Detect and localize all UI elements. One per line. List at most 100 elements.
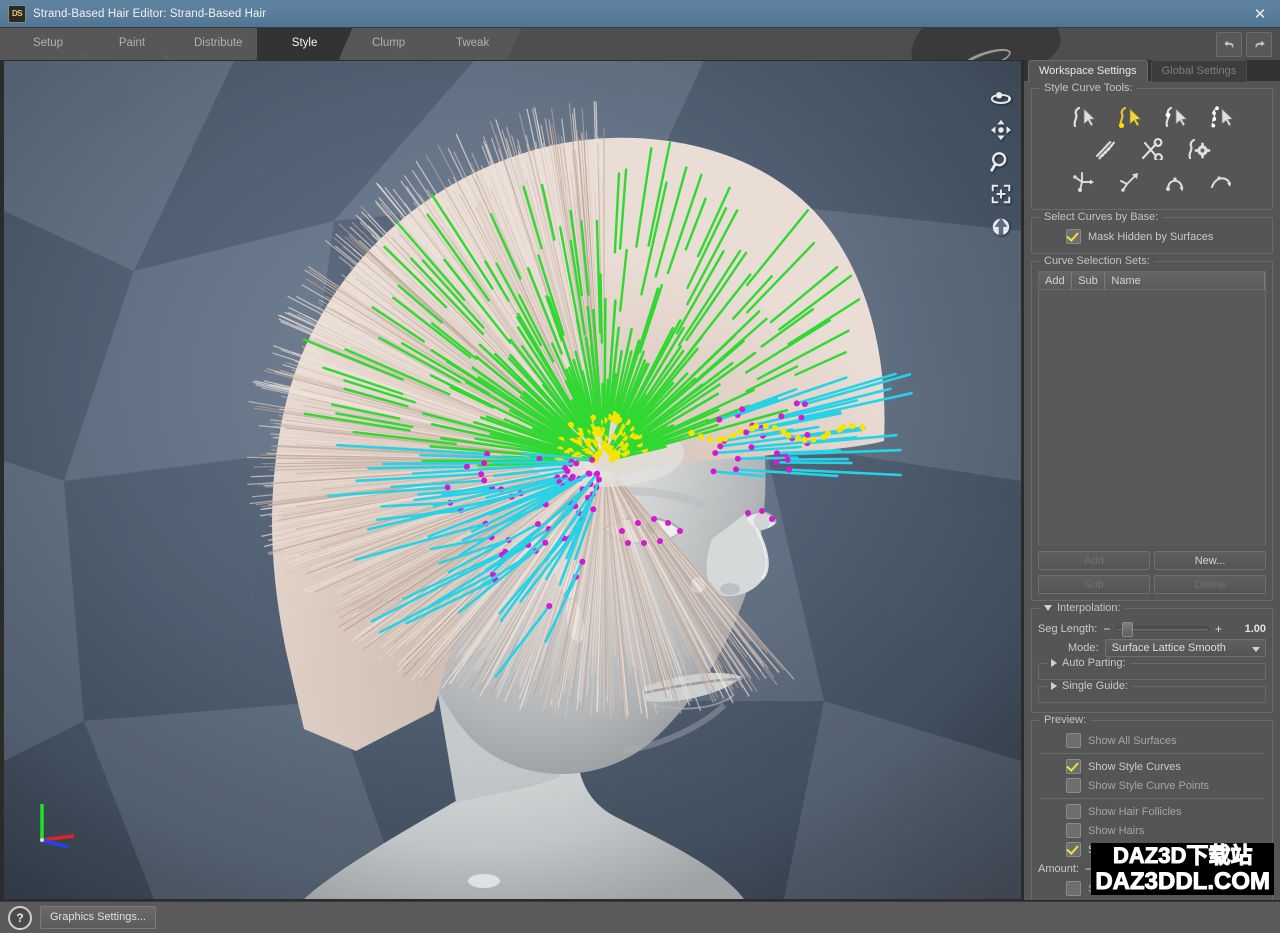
show-hairs-w-widths-checkbox[interactable] bbox=[1066, 842, 1081, 857]
zoom-magnifier-icon[interactable] bbox=[989, 150, 1013, 174]
comb-icon[interactable] bbox=[1091, 136, 1121, 162]
sub-selection-set-button[interactable]: Sub bbox=[1038, 575, 1150, 594]
amount-slider-track[interactable] bbox=[1098, 866, 1209, 872]
translate-curve-icon[interactable] bbox=[1068, 168, 1098, 194]
tab-paint[interactable]: Paint bbox=[84, 28, 180, 60]
style-curve-base-point bbox=[730, 433, 736, 439]
mode-select[interactable]: Surface Lattice Smooth bbox=[1105, 639, 1266, 657]
new-selection-set-button[interactable]: New... bbox=[1154, 551, 1266, 570]
show-hair-follicles-checkbox[interactable] bbox=[1066, 804, 1081, 819]
graphics-settings-button[interactable]: Graphics Settings... bbox=[40, 906, 156, 929]
reset-view-icon[interactable] bbox=[989, 214, 1013, 238]
undo-arrow-icon[interactable] bbox=[1216, 32, 1242, 57]
select-curve-icon[interactable] bbox=[1068, 104, 1098, 130]
tab-style[interactable]: Style bbox=[257, 28, 353, 60]
chevron-down-icon bbox=[1252, 647, 1260, 652]
arc-curve-icon[interactable] bbox=[1206, 168, 1236, 194]
seg-length-increment[interactable]: + bbox=[1214, 625, 1223, 633]
seg-length-slider-knob[interactable] bbox=[1122, 622, 1133, 637]
add-selection-set-button[interactable]: Add bbox=[1038, 551, 1150, 570]
chevron-right-icon[interactable] bbox=[1051, 659, 1057, 667]
style-curve-base-point bbox=[716, 417, 722, 423]
selection-set-buttons-row-1: Add New... bbox=[1038, 551, 1266, 570]
interpolation-header[interactable]: Interpolation: bbox=[1040, 602, 1125, 614]
show-all-surfaces-checkbox[interactable] bbox=[1066, 733, 1081, 748]
axis-gizmo bbox=[32, 798, 88, 851]
show-style-curve-points-checkbox[interactable] bbox=[1066, 778, 1081, 793]
delete-selection-set-button[interactable]: Delete bbox=[1154, 575, 1266, 594]
undo-redo-group bbox=[1216, 32, 1272, 57]
grow-curve-icon[interactable] bbox=[1114, 168, 1144, 194]
tool-row-modify bbox=[1091, 136, 1213, 162]
table-column-sub[interactable]: Sub bbox=[1072, 272, 1105, 290]
style-curve-base-point bbox=[711, 468, 717, 474]
amount-label: Amount: bbox=[1038, 863, 1079, 875]
style-curve-base-point bbox=[810, 436, 816, 442]
panel-tab-workspace-settings[interactable]: Workspace Settings bbox=[1028, 60, 1148, 82]
tab-clump[interactable]: Clump bbox=[341, 28, 437, 60]
show-all-surfaces-row[interactable]: Show All Surfaces bbox=[1038, 731, 1266, 750]
show-hairs-w-widths-row[interactable]: Show Hairs w/ Widths bbox=[1038, 840, 1266, 859]
style-curve-base-point bbox=[786, 467, 792, 473]
table-column-name[interactable]: Name bbox=[1105, 272, 1265, 290]
tab-label: Tweak bbox=[456, 37, 489, 49]
redo-arrow-icon[interactable] bbox=[1246, 32, 1272, 57]
bend-curve-icon[interactable] bbox=[1160, 168, 1190, 194]
table-body[interactable] bbox=[1039, 290, 1265, 546]
amount-increment[interactable]: + bbox=[1214, 865, 1223, 873]
help-question-icon[interactable]: ? bbox=[8, 906, 32, 930]
style-curve-base-point bbox=[586, 471, 592, 477]
scissors-icon[interactable] bbox=[1137, 136, 1167, 162]
show-hairs-checkbox[interactable] bbox=[1066, 823, 1081, 838]
show-hair-color-row[interactable]: Show Hair Color bbox=[1038, 879, 1266, 898]
select-curve-mid-icon[interactable] bbox=[1160, 104, 1190, 130]
tab-distribute[interactable]: Distribute bbox=[168, 28, 269, 60]
frame-selection-icon[interactable] bbox=[989, 182, 1013, 206]
chevron-right-icon[interactable] bbox=[1051, 682, 1057, 690]
style-curve-base-point bbox=[601, 441, 607, 447]
show-style-curve-points-row[interactable]: Show Style Curve Points bbox=[1038, 776, 1266, 795]
style-curve-base-point bbox=[749, 444, 755, 450]
orbit-icon[interactable] bbox=[989, 86, 1013, 110]
show-all-surfaces-label: Show All Surfaces bbox=[1088, 735, 1177, 747]
table-column-add[interactable]: Add bbox=[1039, 272, 1072, 290]
single-guide-label: Single Guide: bbox=[1062, 680, 1128, 692]
close-icon[interactable]: ✕ bbox=[1240, 0, 1280, 27]
show-hair-color-checkbox[interactable] bbox=[1066, 881, 1081, 896]
single-guide-header[interactable]: Single Guide: bbox=[1047, 680, 1132, 692]
tab-separator bbox=[507, 28, 521, 60]
panel-tab-global-settings[interactable]: Global Settings bbox=[1151, 60, 1248, 82]
mask-hidden-by-surfaces-checkbox[interactable] bbox=[1066, 229, 1081, 244]
style-curve-base-point bbox=[722, 436, 728, 442]
preview-group: Preview: Show All Surfaces Show Style Cu… bbox=[1031, 720, 1273, 900]
curve-selection-sets-table[interactable]: AddSubName bbox=[1038, 271, 1266, 546]
tab-tweak[interactable]: Tweak bbox=[425, 28, 521, 60]
amount-decrement[interactable]: − bbox=[1084, 865, 1093, 873]
show-hair-follicles-row[interactable]: Show Hair Follicles bbox=[1038, 802, 1266, 821]
style-curve-tools-label: Style Curve Tools: bbox=[1040, 82, 1136, 94]
curve-settings-icon[interactable] bbox=[1183, 136, 1213, 162]
panel-tab-list: Workspace SettingsGlobal Settings bbox=[1024, 60, 1280, 82]
seg-length-decrement[interactable]: − bbox=[1102, 625, 1111, 633]
pan-icon[interactable] bbox=[989, 118, 1013, 142]
select-curve-base-icon[interactable] bbox=[1114, 104, 1144, 130]
amount-slider-knob[interactable] bbox=[1201, 862, 1212, 877]
seg-length-value: 1.00 bbox=[1228, 623, 1266, 635]
show-style-curves-row[interactable]: Show Style Curves bbox=[1038, 757, 1266, 776]
chevron-down-icon[interactable] bbox=[1044, 605, 1052, 611]
auto-parting-header[interactable]: Auto Parting: bbox=[1047, 657, 1130, 669]
viewport-3d[interactable] bbox=[3, 60, 1022, 900]
style-curve-base-point bbox=[712, 450, 718, 456]
seg-length-label: Seg Length: bbox=[1038, 623, 1097, 635]
style-curve-base-point bbox=[759, 508, 765, 514]
select-curve-points-icon[interactable] bbox=[1206, 104, 1236, 130]
window-title: Strand-Based Hair Editor: Strand-Based H… bbox=[33, 8, 1240, 20]
style-curve-base-point bbox=[772, 425, 778, 431]
show-hairs-row[interactable]: Show Hairs bbox=[1038, 821, 1266, 840]
style-curve bbox=[492, 462, 571, 463]
tab-setup[interactable]: Setup bbox=[0, 28, 96, 60]
mask-hidden-by-surfaces-row[interactable]: Mask Hidden by Surfaces bbox=[1038, 227, 1266, 246]
seg-length-slider-track[interactable] bbox=[1116, 626, 1209, 632]
show-style-curves-checkbox[interactable] bbox=[1066, 759, 1081, 774]
style-curve-base-point bbox=[546, 603, 552, 609]
